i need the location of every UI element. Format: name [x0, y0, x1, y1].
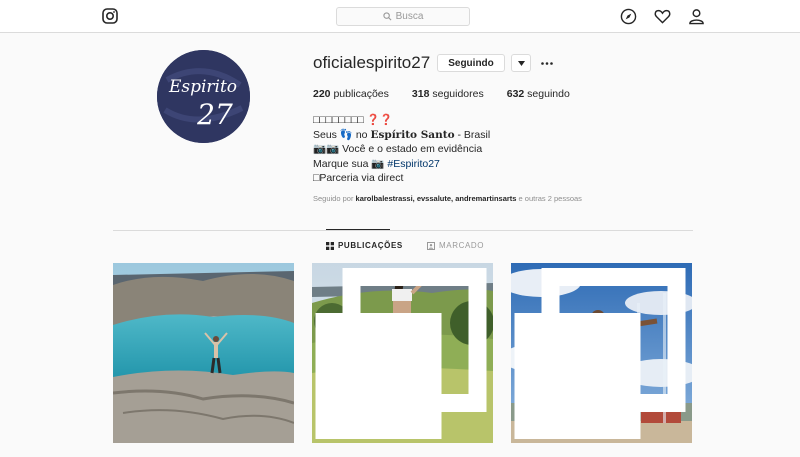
- post-thumbnail[interactable]: [113, 263, 294, 443]
- suggestions-dropdown-button[interactable]: [511, 54, 531, 72]
- more-options-button[interactable]: [540, 54, 554, 72]
- multiple-photos-icon: [315, 268, 487, 439]
- search-input[interactable]: Busca: [336, 7, 470, 26]
- lagoon-rock-photo: [113, 263, 294, 443]
- hashtag-link[interactable]: #Espirito27: [387, 158, 440, 170]
- caret-down-icon: [517, 60, 525, 66]
- profile-username: oficialespirito27: [313, 53, 431, 72]
- ellipsis-icon: [541, 61, 553, 65]
- active-tab-indicator: [326, 229, 390, 230]
- followers-count[interactable]: 318 seguidores: [412, 88, 484, 100]
- tagged-icon: [427, 241, 435, 250]
- bio-line-3: 📷📷 Você e o estado em evidência: [313, 143, 483, 155]
- bio-line-1: □□□□□□□□ ❓❓: [313, 114, 393, 126]
- avatar[interactable]: Espirito 27: [157, 50, 250, 143]
- avatar-logo-text: Espirito: [168, 77, 237, 97]
- profile-bio: □□□□□□□□ ❓❓ Seus 👣 no Espírito Santo - B…: [313, 113, 490, 186]
- svg-text:27: 27: [196, 98, 233, 131]
- profile-stats: 220 publicações 318 seguidores 632 segui…: [313, 88, 593, 100]
- bio-line-4: Marque sua 📷 #Espirito27: [313, 157, 440, 170]
- search-icon: [382, 12, 392, 21]
- tabs-divider: [113, 230, 693, 231]
- tab-tagged[interactable]: MARCADO: [427, 241, 484, 250]
- tab-posts[interactable]: PUBLICAÇÕES: [326, 241, 403, 250]
- post-thumbnail[interactable]: [511, 263, 692, 443]
- compass-icon[interactable]: [620, 8, 637, 25]
- grid-icon: [326, 241, 334, 250]
- following-button[interactable]: Seguindo: [437, 54, 505, 72]
- posts-count: 220 publicações: [313, 88, 389, 100]
- bio-line-2: Seus 👣 no Espírito Santo - Brasil: [313, 128, 491, 141]
- top-nav: Busca: [0, 0, 800, 33]
- heart-icon[interactable]: [654, 8, 671, 25]
- post-thumbnail[interactable]: [312, 263, 493, 443]
- following-count[interactable]: 632 seguindo: [507, 88, 570, 100]
- multiple-photos-icon: [514, 268, 686, 439]
- search-placeholder: Busca: [395, 11, 424, 22]
- user-icon[interactable]: [688, 8, 705, 25]
- followed-by: Seguido por karolbalestrassi, evssalute,…: [313, 194, 582, 203]
- instagram-icon[interactable]: [102, 8, 118, 24]
- bio-line-5: □Parceria via direct: [313, 172, 404, 184]
- followed-by-users[interactable]: karolbalestrassi, evssalute, andremartin…: [356, 194, 517, 203]
